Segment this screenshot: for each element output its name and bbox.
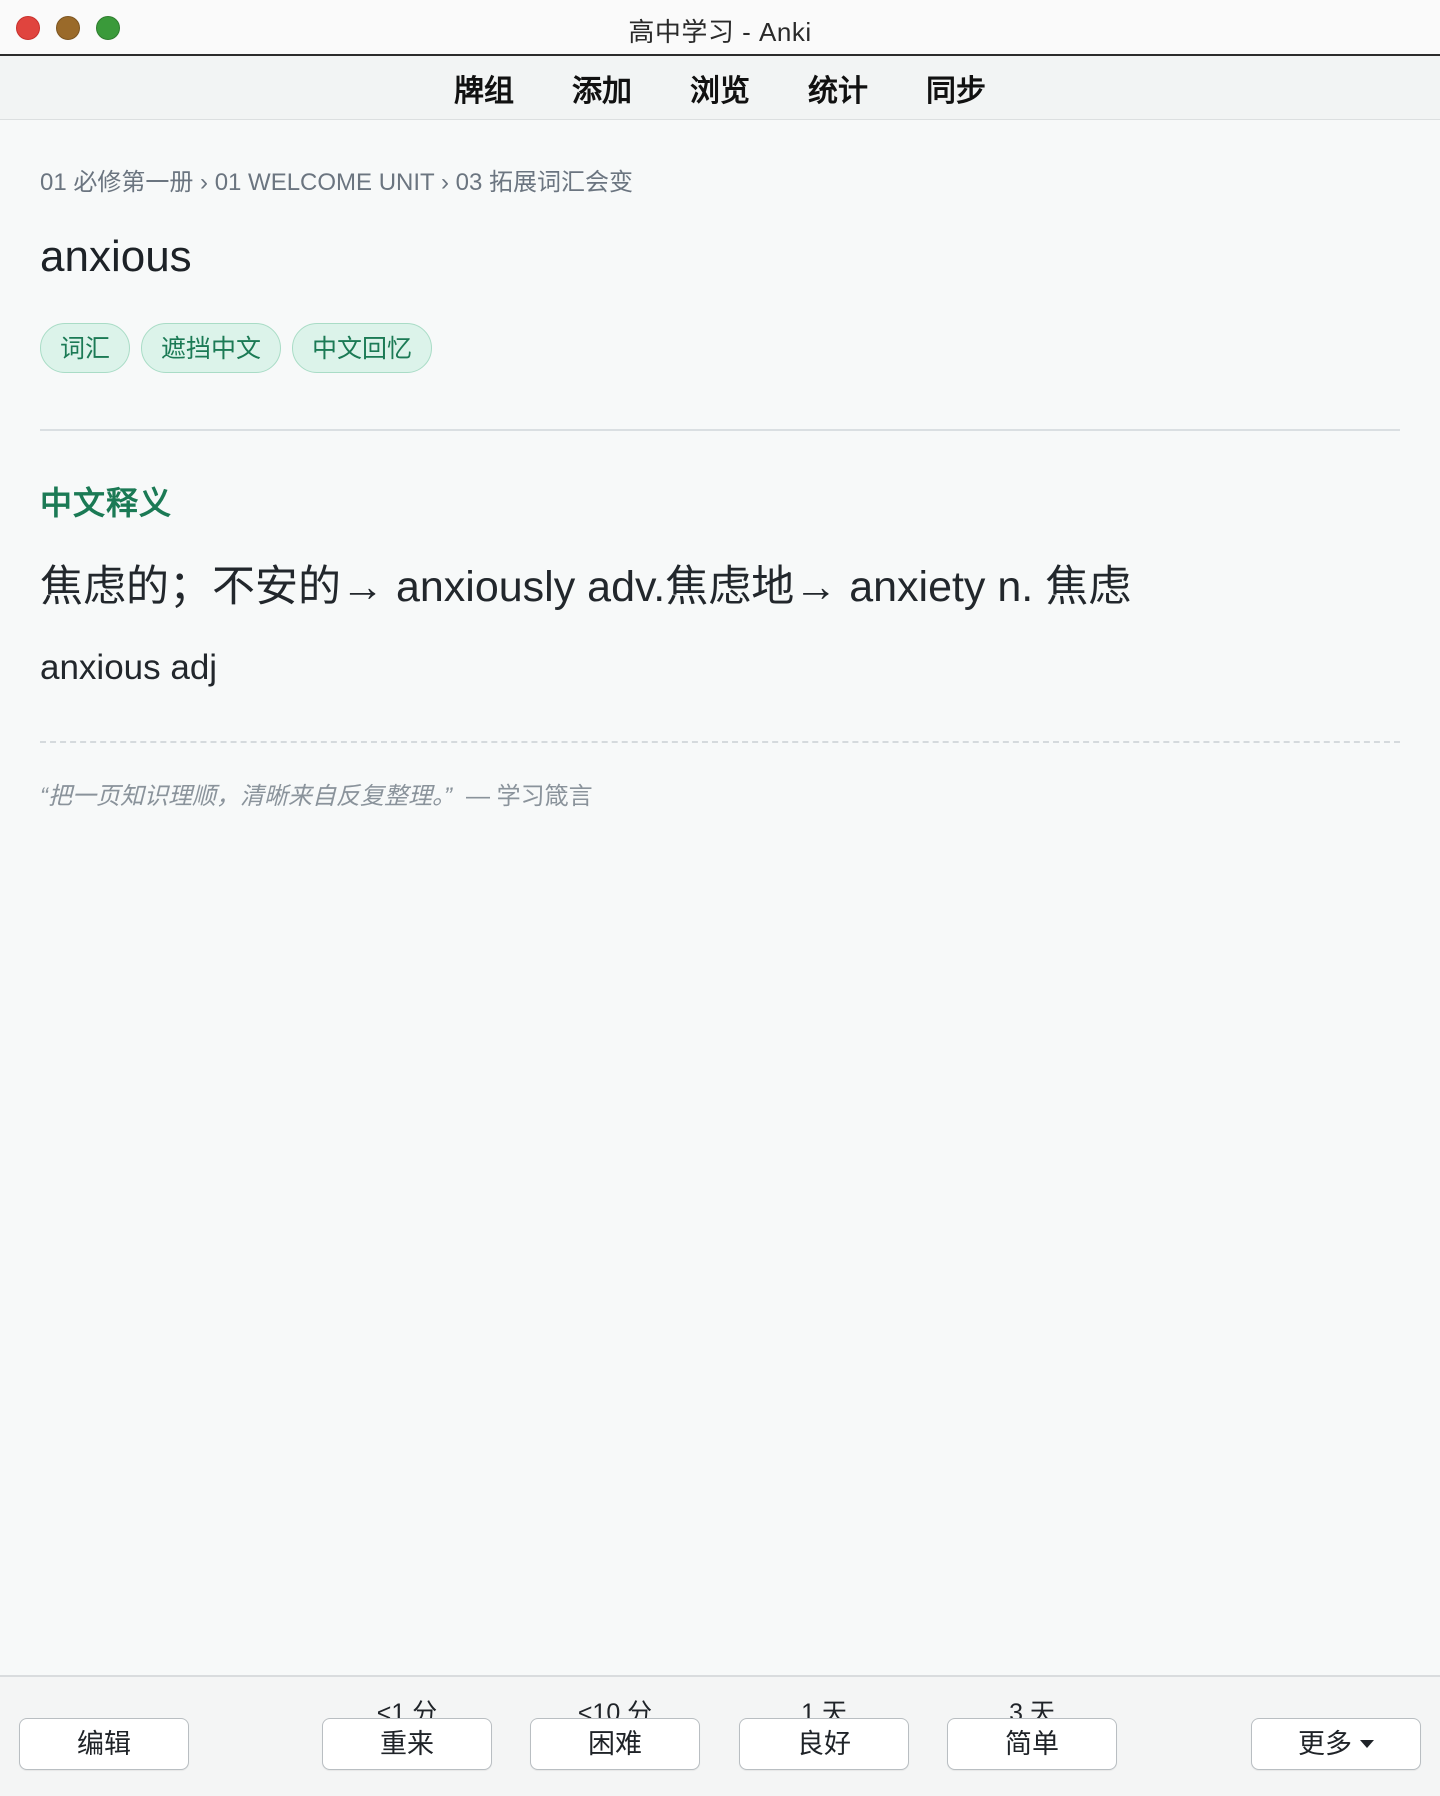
hard-button[interactable]: 困难	[530, 1718, 700, 1770]
nav-add[interactable]: 添加	[543, 66, 661, 110]
review-bottom-bar: 编辑 <1 分 重来 <10 分 困难 1 天 良好 3 天 简单 更多	[0, 1675, 1440, 1796]
section-heading: 中文释义	[40, 485, 173, 521]
quote-text: “把一页知识理顺，清晰来自反复整理。”	[40, 783, 452, 810]
nav-decks[interactable]: 牌组	[425, 66, 543, 110]
anki-window: 高中学习 - Anki 牌组 添加 浏览 统计 同步 01 必修第一册 › 01…	[0, 0, 1440, 1796]
definition-text: 焦虑的；不安的→ anxiously adv.焦虑地→ anxiety n. 焦…	[40, 563, 1132, 611]
card-word: anxious	[40, 232, 192, 281]
example-text: anxious adj	[40, 648, 218, 687]
quote: “把一页知识理顺，清晰来自反复整理。” — 学习箴言	[40, 776, 593, 811]
quote-source: — 学习箴言	[465, 783, 593, 810]
easy-button[interactable]: 简单	[947, 1718, 1117, 1770]
nav-browse[interactable]: 浏览	[661, 66, 779, 110]
tag-hide-chinese: 遮挡中文	[141, 323, 282, 373]
caret-down-icon	[1360, 1740, 1374, 1749]
more-button[interactable]: 更多	[1251, 1718, 1421, 1770]
good-button[interactable]: 良好	[739, 1718, 909, 1770]
deck-breadcrumb: 01 必修第一册 › 01 WELCOME UNIT › 03 拓展词汇会变	[40, 169, 633, 196]
tag-chinese-recall: 中文回忆	[292, 323, 433, 373]
window-title: 高中学习 - Anki	[628, 17, 812, 47]
dashed-divider	[40, 741, 1400, 743]
divider	[40, 429, 1400, 431]
nav-sync[interactable]: 同步	[897, 66, 1015, 110]
tag-vocabulary: 词汇	[40, 323, 131, 373]
tag-list: 词汇 遮挡中文 中文回忆	[40, 323, 433, 373]
again-button[interactable]: 重来	[322, 1718, 492, 1770]
nav-stats[interactable]: 统计	[779, 66, 897, 110]
top-navigation: 牌组 添加 浏览 统计 同步	[0, 56, 1440, 120]
more-label: 更多	[1298, 1729, 1352, 1759]
edit-button[interactable]: 编辑	[19, 1718, 189, 1770]
title-bar: 高中学习 - Anki	[0, 0, 1440, 56]
